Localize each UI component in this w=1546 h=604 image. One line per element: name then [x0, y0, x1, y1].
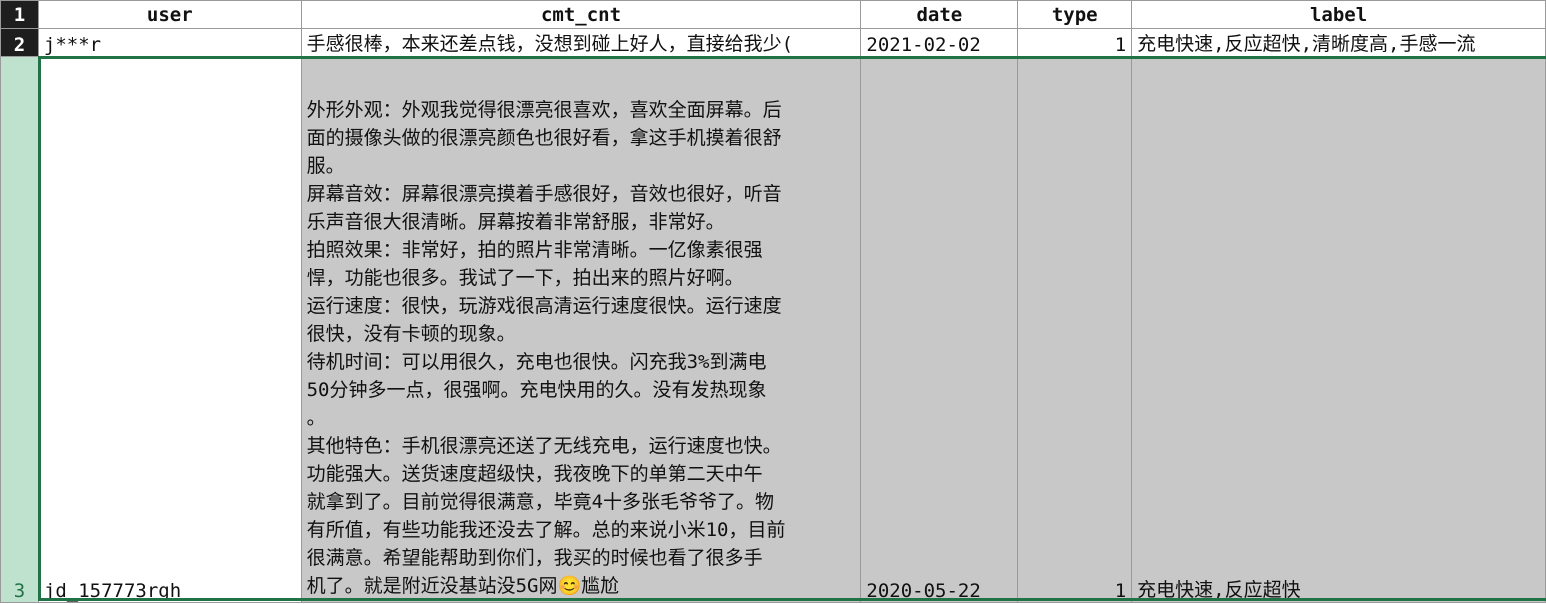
cell-label[interactable]: 充电快速,反应超快: [1131, 56, 1546, 603]
table-row: 3 jd_157773rgh 外形外观：外观我觉得很漂亮很喜欢，喜欢全面屏幕。后…: [0, 56, 1546, 603]
header-row: 1 user cmt_cnt date type label: [0, 0, 1546, 29]
cell-user[interactable]: j***r: [37, 28, 302, 57]
spreadsheet: 1 user cmt_cnt date type label 2 j***r 手…: [0, 0, 1546, 604]
table-row: 2 j***r 手感很棒，本来还差点钱，没想到碰上好人，直接给我少( 2021-…: [0, 28, 1546, 57]
header-label[interactable]: label: [1131, 0, 1546, 29]
header-user[interactable]: user: [37, 0, 302, 29]
row-number-3[interactable]: 3: [0, 56, 39, 603]
header-type[interactable]: type: [1017, 0, 1133, 29]
header-date[interactable]: date: [860, 0, 1019, 29]
cell-date[interactable]: 2020-05-22: [860, 56, 1019, 603]
cell-label[interactable]: 充电快速,反应超快,清晰度高,手感一流: [1131, 28, 1546, 57]
cell-user[interactable]: jd_157773rgh: [37, 56, 302, 603]
cell-cmt-cnt[interactable]: 外形外观：外观我觉得很漂亮很喜欢，喜欢全面屏幕。后 面的摄像头做的很漂亮颜色也很…: [300, 56, 862, 603]
row-number-1[interactable]: 1: [0, 0, 39, 29]
cell-cmt-cnt[interactable]: 手感很棒，本来还差点钱，没想到碰上好人，直接给我少(: [300, 28, 862, 57]
header-cmt-cnt[interactable]: cmt_cnt: [300, 0, 862, 29]
data-grid: 1 user cmt_cnt date type label 2 j***r 手…: [0, 0, 1546, 603]
row-number-2[interactable]: 2: [0, 28, 39, 57]
cell-type[interactable]: 1: [1017, 28, 1133, 57]
cell-type[interactable]: 1: [1017, 56, 1133, 603]
cell-date[interactable]: 2021-02-02: [860, 28, 1019, 57]
